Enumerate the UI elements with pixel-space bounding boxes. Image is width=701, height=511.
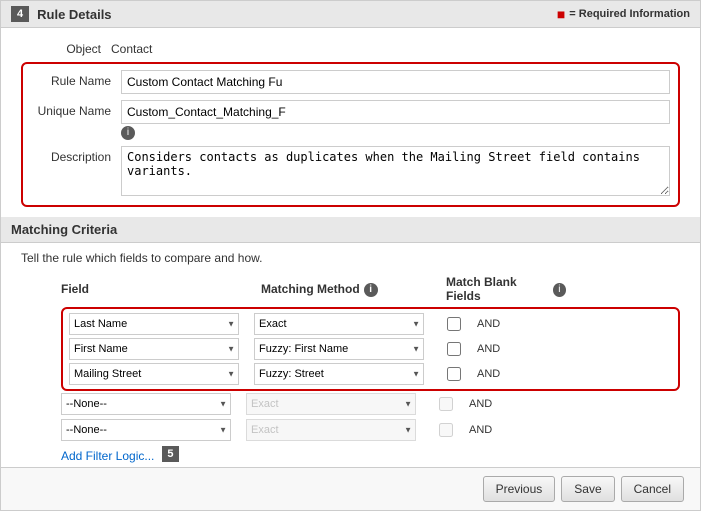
add-filter-link[interactable]: Add Filter Logic...: [61, 449, 154, 463]
step-4-badge: 4: [11, 6, 29, 22]
rule-name-input[interactable]: [121, 70, 670, 94]
field-select-5[interactable]: --None--: [61, 419, 231, 441]
rule-details-header: 4 Rule Details ■ = Required Information: [1, 1, 700, 28]
criteria-row-2: First Name Fuzzy: First Name: [69, 338, 672, 360]
rule-name-label: Rule Name: [31, 70, 121, 88]
method-select-5[interactable]: Exact: [246, 419, 416, 441]
method-col-header: Matching Method i: [261, 281, 436, 297]
blank-checkbox-3[interactable]: [447, 367, 461, 381]
criteria-row-5: --None-- Exact AND: [61, 419, 680, 441]
blank-checkbox-1[interactable]: [447, 317, 461, 331]
and-label-4: AND: [469, 398, 492, 410]
method-select-4[interactable]: Exact: [246, 393, 416, 415]
criteria-row-1: Last Name Exact: [69, 313, 672, 335]
method-select-3[interactable]: Fuzzy: Street: [254, 363, 424, 385]
criteria-row-3: Mailing Street Fuzzy: Street: [69, 363, 672, 385]
blank-checkbox-5[interactable]: [439, 423, 453, 437]
field-select-2[interactable]: First Name: [69, 338, 239, 360]
object-value: Contact: [111, 38, 680, 56]
method-info-icon[interactable]: i: [364, 283, 378, 297]
method-select-1[interactable]: Exact: [254, 313, 424, 335]
field-select-3[interactable]: Mailing Street: [69, 363, 239, 385]
blank-checkbox-2[interactable]: [447, 342, 461, 356]
match-blank-info-icon[interactable]: i: [553, 283, 566, 297]
field-select-4[interactable]: --None--: [61, 393, 231, 415]
description-textarea[interactable]: Considers contacts as duplicates when th…: [121, 146, 670, 196]
description-label: Description: [31, 146, 121, 164]
and-label-5: AND: [469, 424, 492, 436]
match-blank-col-header: Match Blank Fields: [446, 275, 549, 303]
matching-criteria-title: Matching Criteria: [11, 222, 117, 237]
field-select-1[interactable]: Last Name: [69, 313, 239, 335]
and-label-1: AND: [477, 318, 500, 330]
save-button[interactable]: Save: [561, 476, 614, 502]
matching-criteria-header: Matching Criteria: [1, 217, 700, 243]
unique-name-info-icon[interactable]: i: [121, 126, 135, 140]
required-info: ■ = Required Information: [557, 6, 690, 22]
object-label: Object: [21, 38, 111, 56]
footer: Previous Save Cancel: [1, 467, 700, 510]
step-5-badge: 5: [162, 446, 178, 462]
field-col-header: Field: [61, 282, 251, 296]
unique-name-label: Unique Name: [31, 100, 121, 118]
blank-checkbox-4[interactable]: [439, 397, 453, 411]
unique-name-input[interactable]: [121, 100, 670, 124]
and-label-3: AND: [477, 368, 500, 380]
criteria-row-4: --None-- Exact AND: [61, 393, 680, 415]
and-label-2: AND: [477, 343, 500, 355]
method-select-2[interactable]: Fuzzy: First Name: [254, 338, 424, 360]
cancel-button[interactable]: Cancel: [621, 476, 684, 502]
previous-button[interactable]: Previous: [483, 476, 556, 502]
required-dot: ■: [557, 6, 565, 22]
matching-hint: Tell the rule which fields to compare an…: [21, 251, 680, 265]
required-info-text: = Required Information: [569, 8, 690, 20]
rule-details-title: Rule Details: [37, 7, 111, 22]
